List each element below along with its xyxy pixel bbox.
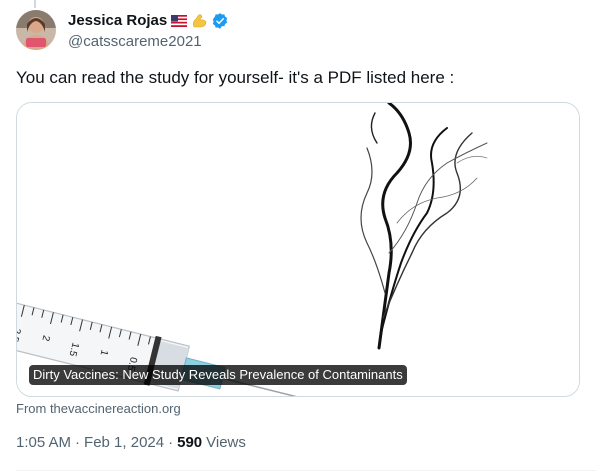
tweet-time[interactable]: 1:05 AM [16, 434, 71, 451]
tweet-header: Jessica Rojas @catsscareme2021 [16, 10, 229, 50]
avatar[interactable] [16, 10, 56, 50]
display-name[interactable]: Jessica Rojas [68, 12, 167, 29]
tweet-meta: 1:05 AM · Feb 1, 2024 · 590 Views [16, 434, 246, 451]
us-flag-icon [171, 14, 188, 27]
views-label: Views [206, 434, 246, 451]
divider [16, 470, 596, 471]
meta-separator: · [168, 434, 174, 451]
handle[interactable]: @catsscareme2021 [68, 33, 229, 50]
views-count[interactable]: 590 [177, 434, 202, 451]
thread-connector-line [34, 0, 36, 8]
flexed-biceps-icon [191, 13, 207, 29]
tweet-date[interactable]: Feb 1, 2024 [84, 434, 164, 451]
syringe-with-smoke-image: 2.5 21.5 10.5 [17, 103, 579, 396]
verified-badge-icon[interactable] [211, 12, 229, 30]
meta-separator: · [75, 434, 81, 451]
card-caption[interactable]: Dirty Vaccines: New Study Reveals Preval… [29, 365, 407, 385]
tweet-text: You can read the study for yourself- it'… [16, 68, 455, 87]
card-source-link[interactable]: From thevaccinereaction.org [16, 401, 181, 416]
link-card[interactable]: 2.5 2 1.5 1 0.5 Dirty Vaccines: New Study Re… [16, 102, 580, 397]
